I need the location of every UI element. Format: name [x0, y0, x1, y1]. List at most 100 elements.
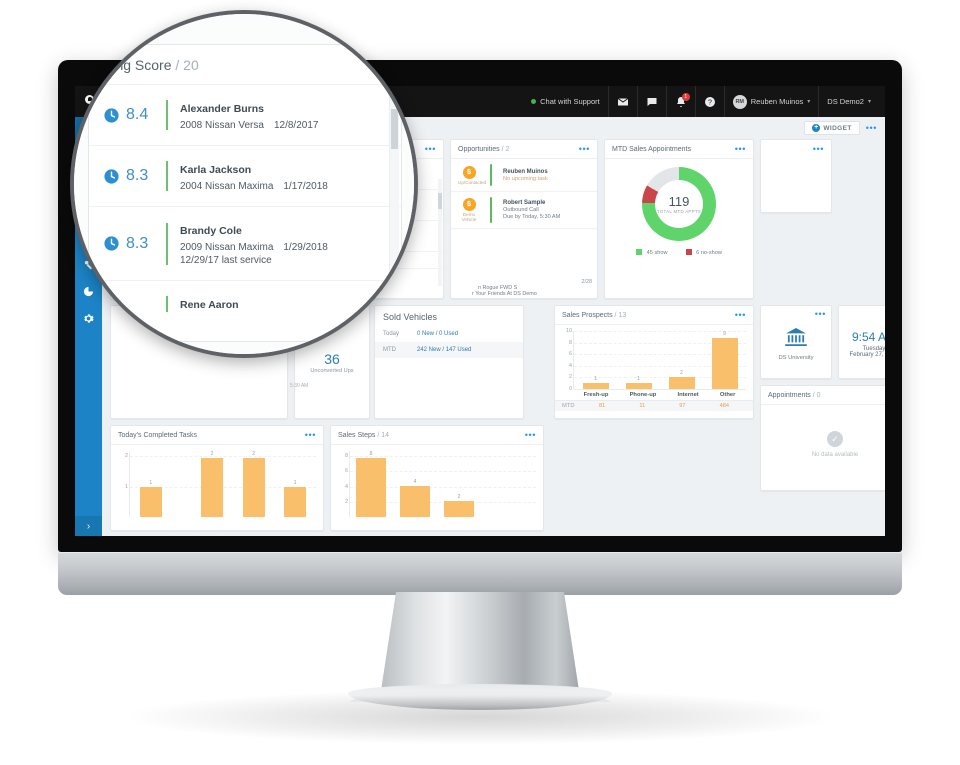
- card-more-button[interactable]: •••: [366, 57, 387, 73]
- bar: [200, 458, 223, 517]
- stage-label: Up/Contacted: [458, 179, 487, 185]
- notifications-button[interactable]: 1: [665, 86, 695, 117]
- chat-with-support-button[interactable]: Chat with Support: [523, 86, 608, 117]
- check-circle-icon: ✓: [827, 430, 843, 447]
- card-title-text: Today's Completed Tasks: [118, 432, 198, 439]
- ping-score-value: 8.3: [126, 167, 149, 184]
- opportunity-due: Due by Today, 5:30 AM: [503, 214, 561, 220]
- sold-values: 242 New / 147 Used: [417, 347, 471, 353]
- magnified-card-ping-score[interactable]: Ping Score / 20 ••• 8.4 Alexander Burns …: [88, 44, 402, 342]
- card-mtd-sales-appointments[interactable]: MTD Sales Appointments ••• 119 TOTAL MTD…: [604, 139, 754, 299]
- card-header: Sales Steps / 14 •••: [331, 426, 543, 445]
- x-axis-labels: Fresh-up Phone-up Internet Other: [573, 392, 746, 398]
- card-header: Today's Completed Tasks •••: [111, 426, 323, 445]
- card-title: Sales Steps / 14: [338, 432, 389, 439]
- card-more-button[interactable]: •••: [525, 431, 536, 440]
- vehicle: 2008 Nissan Versa: [180, 120, 264, 131]
- separator: /: [435, 331, 438, 337]
- ping-score-value: 8.3: [126, 234, 149, 252]
- help-button[interactable]: ?: [694, 86, 724, 117]
- mtd-value: 97: [679, 403, 686, 409]
- card-title-text: MTD Sales Appointments: [612, 146, 691, 153]
- user-name: Reuben Muinos: [750, 97, 804, 106]
- card-ds-university-tile[interactable]: ••• DS University: [760, 305, 832, 379]
- card-sales-prospects[interactable]: Sales Prospects / 13 ••• 10 8 6 4 2 0 1 …: [554, 305, 754, 419]
- plot-area: 10 8 6 4 2 0 1 1 2 9: [566, 328, 746, 392]
- donut-total: 119: [668, 193, 690, 209]
- card-opportunities[interactable]: Opportunities / 2 ••• $ Up/Contacted Reu…: [450, 139, 598, 299]
- mtd-values: 81 11 97 484: [582, 403, 746, 409]
- tenant-selector[interactable]: DS Demo2 ▾: [818, 86, 879, 117]
- bar-column: 1: [625, 331, 652, 389]
- card-more-button[interactable]: •••: [735, 145, 746, 154]
- bar-value: 1: [594, 376, 597, 383]
- scrollbar-thumb[interactable]: [391, 109, 398, 149]
- list-item[interactable]: Rene Aaron: [89, 281, 401, 319]
- list-item[interactable]: $ Up/Contacted Reuben Muinos No upcoming…: [451, 159, 597, 192]
- chevron-down-icon: ▾: [807, 99, 811, 105]
- scrollbar-thumb[interactable]: [438, 193, 442, 209]
- scroll-up-icon[interactable]: ⌃: [391, 94, 398, 103]
- list-item[interactable]: 8.3 Karla Jackson 2004 Nissan Maxima 1/1…: [89, 146, 401, 207]
- customer-name: Karla Jackson: [180, 164, 252, 176]
- sidebar-expand-button[interactable]: ›: [75, 516, 102, 536]
- bar-column: 2: [200, 451, 223, 517]
- completed-tasks-chart: 2 1 1 2 2 1: [111, 445, 323, 519]
- card-title-text: Ping Score: [103, 57, 172, 73]
- list-scrollbar[interactable]: ⌃ ⌄: [389, 91, 399, 335]
- donut-center-label: 119 TOTAL MTD APPTS: [642, 167, 716, 241]
- card-title-count: / 14: [377, 432, 389, 439]
- card-more-button[interactable]: •••: [735, 311, 746, 320]
- y-tick: 6: [345, 468, 348, 475]
- y-tick: 4: [569, 362, 572, 369]
- opportunity-text: Reuben Muinos No upcoming task: [503, 169, 590, 182]
- card-todays-completed-tasks[interactable]: Today's Completed Tasks ••• 2 1 1 2 2 1: [110, 425, 324, 531]
- card-title: Today's Completed Tasks: [118, 432, 197, 439]
- new-count: 0 New: [417, 331, 435, 337]
- bar-series: 1 1 2 9: [574, 331, 746, 389]
- stage-label: Demo Vehicle: [461, 212, 477, 222]
- card-more-button[interactable]: •••: [813, 145, 824, 154]
- dashboard-more-button[interactable]: •••: [866, 123, 877, 133]
- mtd-value: 11: [639, 403, 646, 409]
- legend-item-show: 45 show: [636, 249, 668, 256]
- chat-with-support-label: Chat with Support: [540, 97, 600, 106]
- messages-button[interactable]: [636, 86, 666, 117]
- sold-values: 0 New / 0 Used: [417, 331, 458, 337]
- row-text: Alexander Burns 2008 Nissan Versa 12/8/2…: [180, 99, 387, 131]
- bell-icon: 1: [675, 92, 690, 108]
- list-item[interactable]: $ Demo Vehicle Robert Sample Outbound Ca…: [451, 192, 597, 229]
- card-more-button[interactable]: •••: [305, 431, 316, 440]
- list-item[interactable]: 8.4 Alexander Burns 2008 Nissan Versa 12…: [89, 85, 401, 146]
- legend-swatch: [636, 249, 643, 255]
- add-widget-button[interactable]: + WIDGET: [804, 121, 860, 135]
- y-tick: 2: [569, 374, 572, 381]
- notification-badge: 1: [681, 92, 690, 101]
- used-count: 0 Used: [439, 331, 459, 337]
- card-appointments[interactable]: Appointments / 0 ••• ✓ No data available: [760, 385, 885, 491]
- donut-legend: 45 show 6 no-show: [636, 249, 722, 256]
- card-more-button[interactable]: •••: [815, 310, 826, 319]
- list-item[interactable]: 8.3 Brandy Cole 2009 Nissan Maxima 1/29/…: [89, 207, 401, 281]
- question-circle-icon: ?: [704, 96, 716, 108]
- ping-score-icon: [103, 168, 120, 185]
- clock-date: February 27, 2018: [849, 352, 885, 358]
- ping-score-icon: [103, 296, 120, 313]
- card-sales-steps[interactable]: Sales Steps / 14 ••• 8 6 4 2 8 4 2: [330, 425, 544, 531]
- donut-total-label: TOTAL MTD APPTS: [656, 208, 702, 214]
- scroll-down-icon[interactable]: ⌄: [391, 323, 398, 332]
- snippet-line-2: r Your Friends At DS Demo: [472, 291, 537, 297]
- card-clock[interactable]: ••• 9:54 AM Tuesday February 27, 2018: [838, 305, 885, 379]
- opportunity-name: Reuben Muinos: [503, 168, 548, 175]
- card-more-button[interactable]: •••: [579, 145, 590, 154]
- bar-column: 4: [400, 451, 430, 517]
- x-tick: Fresh-up: [583, 392, 609, 398]
- card-ds-university[interactable]: •••: [760, 139, 832, 213]
- card-more-button[interactable]: •••: [425, 145, 436, 154]
- user-menu[interactable]: RM Reuben Muinos ▾: [723, 86, 819, 117]
- dollar-coin-icon: $: [462, 165, 476, 179]
- mail-button[interactable]: [607, 86, 637, 117]
- bar-series: 8 4 2: [350, 451, 536, 517]
- list-scrollbar[interactable]: [438, 179, 442, 286]
- dollar-coin-icon: $: [462, 198, 476, 211]
